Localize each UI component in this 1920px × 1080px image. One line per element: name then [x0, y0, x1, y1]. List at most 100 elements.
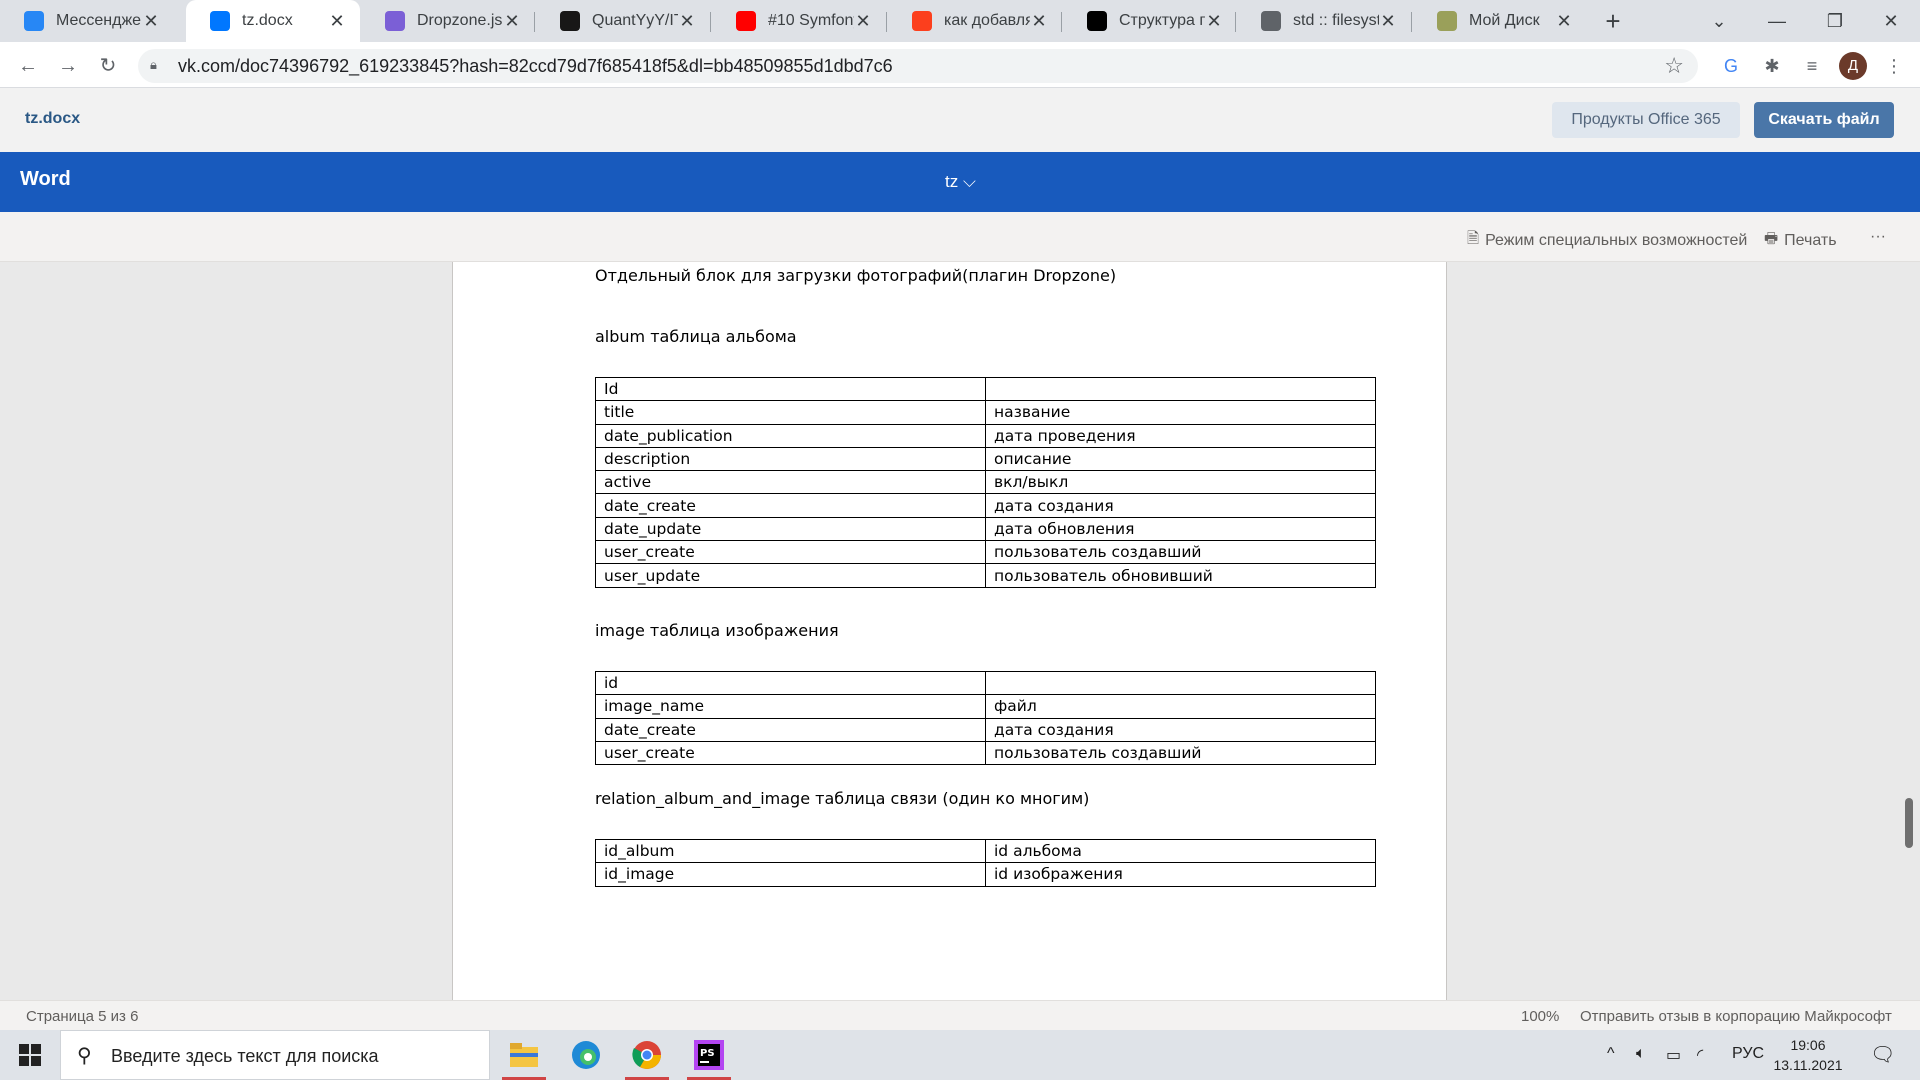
lock-icon[interactable]: 🔒︎ [150, 57, 164, 73]
feedback-link[interactable]: Отправить отзыв в корпорацию Майкрософт [1580, 1008, 1892, 1025]
browser-menu-icon[interactable]: ⋮ [1882, 54, 1906, 78]
tab-title: #10 Symfony 5 [768, 12, 854, 29]
volume-icon[interactable]: 🔈︎ [1636, 1045, 1646, 1063]
table-row: description описание [595, 446, 1376, 472]
browser-tab[interactable]: #10 Symfony 5✕ [712, 0, 886, 42]
tab-search-icon[interactable]: ⌄ [1690, 0, 1748, 42]
field-description-cell: дата обновления [985, 516, 1376, 542]
close-tab-icon[interactable]: ✕ [503, 11, 521, 32]
page-indicator: Страница 5 из 6 [26, 1008, 139, 1025]
language-indicator[interactable]: РУС [1732, 1045, 1764, 1063]
tab-separator [1411, 12, 1412, 32]
field-name-cell: active [595, 470, 986, 495]
download-file-button[interactable]: Скачать файл [1754, 102, 1894, 138]
field-description-cell: дата создания [985, 717, 1376, 742]
extensions-icon[interactable]: ✱ [1760, 54, 1784, 78]
tab-separator [886, 12, 887, 32]
vertical-scrollbar-thumb[interactable] [1905, 798, 1913, 848]
wifi-icon[interactable]: ◜ [1697, 1045, 1703, 1065]
browser-tab[interactable]: QuantYyY/IT_С✕ [536, 0, 710, 42]
close-window-button[interactable]: ✕ [1862, 0, 1920, 42]
system-clock[interactable]: 19:06 13.11.2021 [1772, 1035, 1844, 1075]
close-tab-icon[interactable]: ✕ [142, 11, 160, 32]
vk-document-header: tz.docx Продукты Office 365 Скачать файл [0, 88, 1920, 152]
url-text[interactable]: vk.com/doc74396792_619233845?hash=82ccd7… [178, 56, 893, 77]
document-filename[interactable]: tz.docx [25, 110, 80, 128]
start-button[interactable] [0, 1030, 60, 1080]
album-table: Id title название date_publication дата пров… [595, 376, 1376, 588]
more-options-button[interactable]: ··· [1870, 228, 1886, 246]
taskbar-file-explorer[interactable] [496, 1030, 552, 1080]
bookmark-star-icon[interactable]: ☆ [1664, 53, 1684, 79]
field-description-cell: пользователь создавший [985, 540, 1376, 565]
browser-tab[interactable]: Структура пап✕ [1063, 0, 1237, 42]
svg-text:PS: PS [700, 1048, 715, 1059]
zoom-level[interactable]: 100% [1521, 1008, 1559, 1025]
minimize-button[interactable]: — [1748, 0, 1806, 42]
translate-icon[interactable]: G [1719, 54, 1743, 78]
field-description-cell: пользователь обновивший [985, 563, 1376, 588]
word-command-bar: 🗎︎ Режим специальных возможностей 🖶︎ Печ… [0, 212, 1920, 262]
close-tab-icon[interactable]: ✕ [1030, 11, 1048, 32]
browser-tab[interactable]: Мой Диск ✕ [1413, 0, 1587, 42]
office-products-button[interactable]: Продукты Office 365 [1552, 102, 1740, 138]
field-description-cell: id изображения [985, 862, 1376, 887]
address-bar[interactable]: 🔒︎ vk.com/doc74396792_619233845?hash=82c… [138, 49, 1698, 83]
taskbar-chrome[interactable] [619, 1030, 675, 1080]
edge-icon [572, 1041, 600, 1069]
field-description-cell: вкл/выкл [985, 470, 1376, 495]
github-icon [560, 11, 580, 31]
close-tab-icon[interactable]: ✕ [1379, 11, 1397, 32]
browser-tab[interactable]: Dropzone.js ✕ [361, 0, 535, 42]
close-tab-icon[interactable]: ✕ [678, 11, 696, 32]
accessibility-mode-button[interactable]: 🗎︎ Режим специальных возможностей [1467, 228, 1747, 253]
vk-icon [210, 11, 230, 31]
close-tab-icon[interactable]: ✕ [328, 11, 346, 32]
tab-title: Структура пап [1119, 12, 1205, 29]
document-title-dropdown[interactable]: tz ⌵ [945, 172, 976, 192]
close-tab-icon[interactable]: ✕ [1205, 11, 1223, 32]
accessibility-doc-icon: 🗎︎ [1467, 230, 1480, 247]
new-tab-button[interactable]: + [1598, 6, 1628, 36]
field-description-cell: пользователь создавший [985, 740, 1376, 766]
windows-taskbar: ⚲ Введите здесь текст для поиска PS ^ 🔈︎… [0, 1030, 1920, 1080]
symfony-icon [1087, 11, 1107, 31]
taskbar-search-box[interactable]: ⚲ Введите здесь текст для поиска [60, 1030, 490, 1080]
forward-icon[interactable]: → [54, 52, 82, 80]
close-tab-icon[interactable]: ✕ [854, 11, 872, 32]
word-app-name[interactable]: Word [20, 168, 71, 191]
field-name-cell: date_publication [595, 423, 986, 448]
taskbar-edge[interactable] [558, 1030, 614, 1080]
back-icon[interactable]: ← [14, 52, 42, 80]
accessibility-mode-label: Режим специальных возможностей [1485, 231, 1748, 249]
table-row: user_update пользователь обновивший [595, 563, 1376, 588]
table-row: user_create пользователь создавший [595, 740, 1376, 766]
reload-icon[interactable]: ↻ [94, 52, 122, 80]
print-button[interactable]: 🖶︎ Печать [1764, 228, 1837, 253]
tab-title: std :: filesyster [1293, 12, 1379, 29]
messenger-icon [24, 11, 44, 31]
taskbar-phpstorm[interactable]: PS [681, 1030, 737, 1080]
field-name-cell: id_image [595, 862, 986, 887]
clock-date: 13.11.2021 [1773, 1057, 1843, 1073]
document-page[interactable]: Отдельный блок для загрузки фотографий(п… [452, 262, 1447, 1000]
table-row: title название [595, 400, 1376, 425]
close-tab-icon[interactable]: ✕ [1555, 11, 1573, 32]
field-name-cell: user_create [595, 540, 986, 565]
battery-icon[interactable]: ▭ [1666, 1045, 1681, 1065]
browser-tab[interactable]: как добавлять✕ [888, 0, 1062, 42]
intro-paragraph: Отдельный блок для загрузки фотографий(п… [595, 266, 1117, 285]
profile-avatar[interactable]: Д [1839, 52, 1867, 80]
media-control-icon[interactable]: ≡ [1800, 54, 1824, 78]
document-canvas[interactable]: Отдельный блок для загрузки фотографий(п… [0, 262, 1920, 1000]
tab-title: как добавлять [944, 12, 1030, 29]
field-name-cell: user_create [595, 740, 986, 766]
browser-tab[interactable]: tz.docx ✕ [186, 0, 360, 42]
yandex-icon [912, 11, 932, 31]
browser-tab[interactable]: std :: filesyster✕ [1237, 0, 1411, 42]
browser-tab[interactable]: Мессенджер ✕ [0, 0, 174, 42]
notifications-icon[interactable]: 🗨︎ [1870, 1042, 1895, 1067]
table-row: active вкл/выкл [595, 470, 1376, 495]
maximize-button[interactable]: ❐ [1806, 0, 1864, 42]
tray-expand-icon[interactable]: ^ [1607, 1045, 1615, 1063]
